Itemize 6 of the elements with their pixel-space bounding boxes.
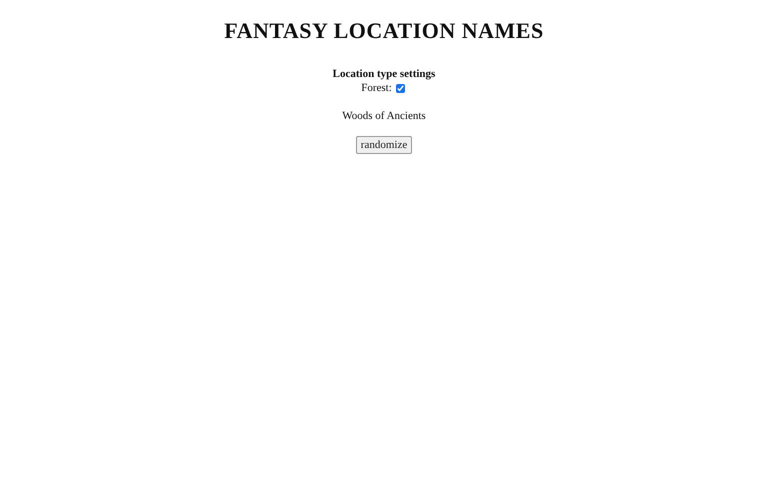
option-label: Forest: <box>361 82 392 94</box>
generated-name: Woods of Ancients <box>342 110 426 122</box>
settings-heading: Location type settings <box>332 68 436 80</box>
option-checkbox[interactable] <box>396 84 405 92</box>
page-title: FANTASY LOCATION NAMES <box>224 18 544 44</box>
randomize-button[interactable]: randomize <box>356 136 412 154</box>
